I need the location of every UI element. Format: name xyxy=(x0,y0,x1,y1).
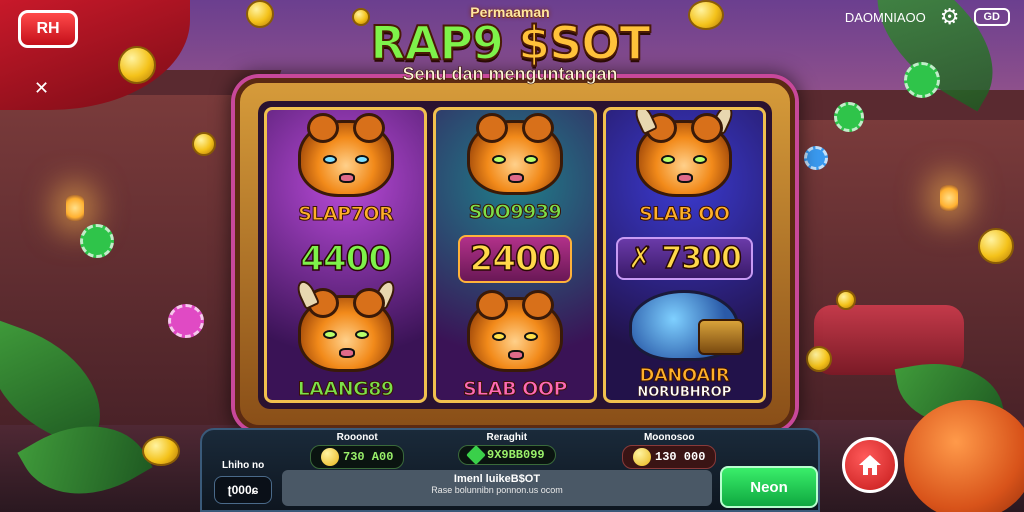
gold-coin xyxy=(978,228,1014,264)
stat-label: Moonosoo xyxy=(643,432,695,443)
reel-1-bottom-label: LAANG89 xyxy=(297,378,394,401)
reel-2: S0O9939 2400 SLAB OOP xyxy=(433,107,597,403)
stat-label: Reraghit xyxy=(486,432,528,443)
reel-3-amount: ✗ 7300 xyxy=(615,236,753,280)
stat-label: Rooonot xyxy=(336,432,378,443)
gold-coin xyxy=(836,290,856,310)
reels-area: SLAP7OR 4400 LAANG89 S0O9939 2400 SLAB O… xyxy=(258,101,772,409)
lantern-left xyxy=(66,195,84,221)
green-chip xyxy=(904,62,940,98)
reel-2-top-label: S0O9939 xyxy=(468,201,562,224)
bull-icon xyxy=(293,277,398,372)
spin-button[interactable]: Neon xyxy=(720,466,818,508)
title-main-part-2: $SOT xyxy=(517,16,652,70)
message-body: Rase bolunnibn ponnon.us ocom xyxy=(431,485,563,495)
top-right-bar: DAOMNIAOO ⚙ GD xyxy=(845,4,1010,30)
reel-2-bottom-label: SLAB OOP xyxy=(463,378,568,401)
reel-2-amount: 2400 xyxy=(457,235,573,283)
gear-icon[interactable]: ⚙ xyxy=(940,4,960,30)
coin-icon xyxy=(633,448,651,466)
username: DAOMNIAOO xyxy=(844,9,926,25)
slot-machine-frame: SLAP7OR 4400 LAANG89 S0O9939 2400 SLAB O… xyxy=(235,78,795,430)
reel-3-bottom-sublabel: NORUBHROP xyxy=(637,385,732,400)
stat-total: Moonosoo 130 000 xyxy=(622,432,717,469)
tiger-icon xyxy=(297,113,394,197)
menu-button[interactable]: RH xyxy=(18,10,78,48)
badge-button[interactable]: GD xyxy=(973,8,1010,26)
pumpkin xyxy=(904,400,1024,512)
gem-icon xyxy=(466,445,486,465)
tiger-icon xyxy=(466,113,563,195)
close-icon[interactable]: ✕ xyxy=(34,78,49,99)
tiger-icon xyxy=(466,290,563,372)
bet-input[interactable]: ʈ000ɕ xyxy=(214,476,272,504)
gold-coin xyxy=(192,132,216,156)
home-button[interactable] xyxy=(842,437,898,493)
lantern-right xyxy=(940,185,958,211)
reel-1-top-label: SLAP7OR xyxy=(298,203,394,226)
reel-3-top-label: SLAB OO xyxy=(639,202,731,225)
title-main-part-1: RAP9 xyxy=(369,16,519,70)
shark-chest-icon xyxy=(629,289,745,361)
message-title: Imenl luikeB$OT xyxy=(453,473,541,485)
gold-coin xyxy=(688,0,724,30)
blue-chip xyxy=(804,146,828,170)
stat-value: 130 000 xyxy=(655,450,706,464)
bet-label: Lhiho no xyxy=(222,460,265,471)
gold-coin xyxy=(806,346,832,372)
reel-1: SLAP7OR 4400 LAANG89 xyxy=(264,107,428,403)
coin-icon xyxy=(321,448,339,466)
reel-3-bottom-label: DANOAIR xyxy=(639,365,730,386)
stat-balance: Rooonot 730 A00 xyxy=(310,432,405,469)
green-chip xyxy=(834,102,864,132)
reel-1-amount: 4400 xyxy=(300,238,393,280)
stat-win: Reraghit 9X9BB099 xyxy=(458,432,556,465)
control-panel: Rooonot 730 A00 Reraghit 9X9BB099 Moonos… xyxy=(200,428,820,512)
reel-3: SLAB OO ✗ 7300 DANOAIR NORUBHROP xyxy=(602,107,766,403)
gold-coin xyxy=(246,0,274,28)
bull-icon xyxy=(632,110,737,197)
title-main: RAP9 $SOT xyxy=(330,19,690,67)
gold-coin xyxy=(118,46,156,84)
pink-chip xyxy=(168,304,204,338)
green-chip xyxy=(80,224,114,258)
message-box: Imenl luikeB$OT Rase bolunnibn ponnon.us… xyxy=(282,470,712,506)
stat-value: 9X9BB099 xyxy=(487,448,545,462)
game-title: Permaaman RAP9 $SOT Senu dan menguntanga… xyxy=(330,4,690,85)
home-icon xyxy=(859,455,881,475)
stat-value: 730 A00 xyxy=(343,450,394,464)
gold-coin xyxy=(142,436,180,466)
